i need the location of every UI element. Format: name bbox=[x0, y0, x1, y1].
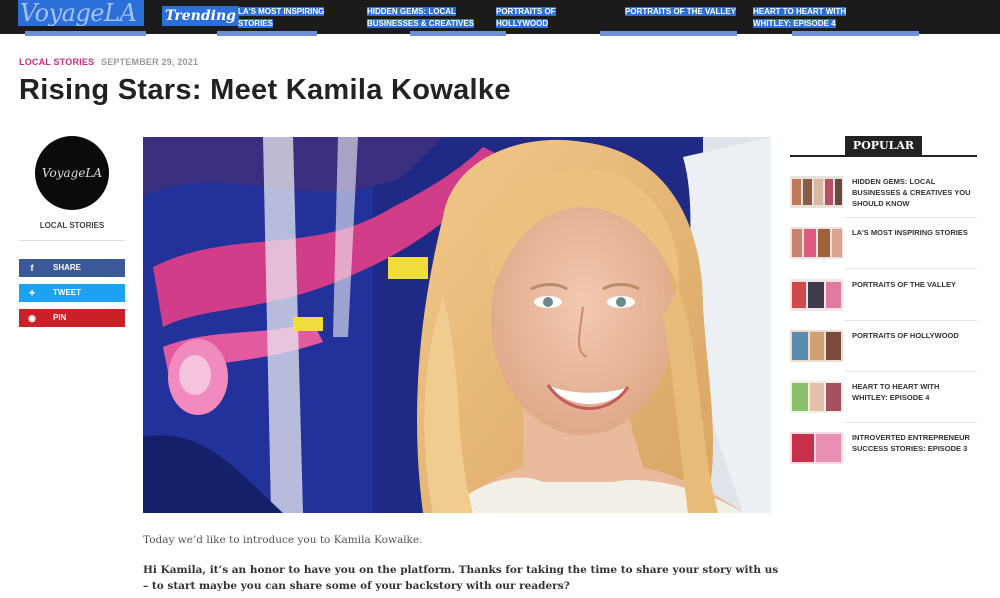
popular-item[interactable]: INTROVERTED ENTREPRENEUR SUCCESS STORIES… bbox=[790, 432, 977, 474]
top-nav-bar: VoyageLA Trending LA's Most Inspiring St… bbox=[0, 0, 1000, 34]
trending-link-portraits-valley[interactable]: Portraits of the Valley bbox=[625, 6, 740, 18]
thumbnail-graphic bbox=[790, 432, 843, 464]
twitter-icon: ✦ bbox=[28, 288, 36, 298]
popular-thumbnail[interactable] bbox=[790, 176, 843, 208]
divider bbox=[19, 240, 125, 241]
secondary-nav-strip bbox=[0, 31, 1000, 40]
trending-label: Trending bbox=[162, 6, 239, 26]
interview-question: Hi Kamila, it’s an honor to have you on … bbox=[143, 564, 779, 592]
article-date: SEPTEMBER 29, 2021 bbox=[101, 57, 199, 67]
twitter-share-button[interactable]: ✦ TWEET bbox=[19, 284, 125, 302]
popular-thumbnail[interactable] bbox=[790, 432, 843, 464]
divider bbox=[845, 217, 977, 218]
popular-item-title[interactable]: LA'S MOST INSPIRING STORIES bbox=[852, 227, 977, 238]
popular-heading: POPULAR bbox=[845, 136, 922, 156]
article-category[interactable]: LOCAL STORIES bbox=[19, 57, 94, 67]
divider bbox=[845, 320, 977, 321]
thumbnail-graphic bbox=[790, 381, 843, 413]
popular-item[interactable]: HEART TO HEART WITH WHITLEY: EPISODE 4 bbox=[790, 381, 977, 423]
author-category[interactable]: LOCAL STORIES bbox=[19, 221, 125, 230]
article-intro: Today we’d like to introduce you to Kami… bbox=[143, 534, 423, 546]
secondary-nav-link[interactable] bbox=[600, 31, 737, 36]
author-avatar[interactable]: VoyageLA bbox=[35, 136, 109, 210]
popular-item-title[interactable]: PORTRAITS OF THE VALLEY bbox=[852, 279, 977, 290]
divider bbox=[845, 268, 977, 269]
site-logo[interactable]: VoyageLA bbox=[18, 0, 144, 26]
popular-item-title[interactable]: PORTRAITS OF HOLLYWOOD bbox=[852, 330, 977, 341]
thumbnail-graphic bbox=[790, 227, 843, 259]
pinterest-share-button[interactable]: ◉ PIN bbox=[19, 309, 125, 327]
facebook-share-button[interactable]: f SHARE bbox=[19, 259, 125, 277]
pinterest-icon: ◉ bbox=[28, 313, 36, 323]
share-label: SHARE bbox=[53, 263, 82, 272]
hero-photo bbox=[143, 137, 771, 513]
popular-item[interactable]: LA'S MOST INSPIRING STORIES bbox=[790, 227, 977, 269]
tweet-label: TWEET bbox=[53, 288, 81, 297]
secondary-nav-link[interactable] bbox=[792, 31, 919, 36]
popular-item-title[interactable]: HEART TO HEART WITH WHITLEY: EPISODE 4 bbox=[852, 381, 977, 403]
divider bbox=[845, 371, 977, 372]
popular-item[interactable]: PORTRAITS OF THE VALLEY bbox=[790, 279, 977, 321]
popular-item-title[interactable]: HIDDEN GEMS: LOCAL BUSINESSES & CREATIVE… bbox=[852, 176, 977, 209]
popular-item[interactable]: PORTRAITS OF HOLLYWOOD bbox=[790, 330, 977, 372]
divider bbox=[845, 422, 977, 423]
secondary-nav-link[interactable] bbox=[410, 31, 506, 36]
article-title: Rising Stars: Meet Kamila Kowalke bbox=[19, 74, 511, 106]
trending-link-portraits-hollywood[interactable]: Portraits of Hollywood bbox=[496, 6, 581, 30]
thumbnail-graphic bbox=[790, 279, 843, 311]
hero-photo-graphic bbox=[143, 137, 771, 513]
secondary-nav-link[interactable] bbox=[25, 31, 146, 36]
popular-item[interactable]: HIDDEN GEMS: LOCAL BUSINESSES & CREATIVE… bbox=[790, 176, 977, 218]
facebook-icon: f bbox=[30, 263, 34, 273]
thumbnail-graphic bbox=[790, 176, 843, 208]
popular-thumbnail[interactable] bbox=[790, 227, 843, 259]
popular-thumbnail[interactable] bbox=[790, 279, 843, 311]
popular-item-title[interactable]: INTROVERTED ENTREPRENEUR SUCCESS STORIES… bbox=[852, 432, 977, 454]
secondary-nav-link[interactable] bbox=[217, 31, 317, 36]
popular-thumbnail[interactable] bbox=[790, 330, 843, 362]
trending-link-heart-to-heart[interactable]: Heart to Heart with Whitley: Episode 4 bbox=[753, 6, 868, 30]
trending-link-inspiring-stories[interactable]: LA's Most Inspiring Stories bbox=[238, 6, 348, 30]
thumbnail-graphic bbox=[790, 330, 843, 362]
popular-thumbnail[interactable] bbox=[790, 381, 843, 413]
trending-link-hidden-gems[interactable]: Hidden Gems: Local Businesses & Creative… bbox=[367, 6, 482, 30]
pin-label: PIN bbox=[53, 313, 67, 322]
